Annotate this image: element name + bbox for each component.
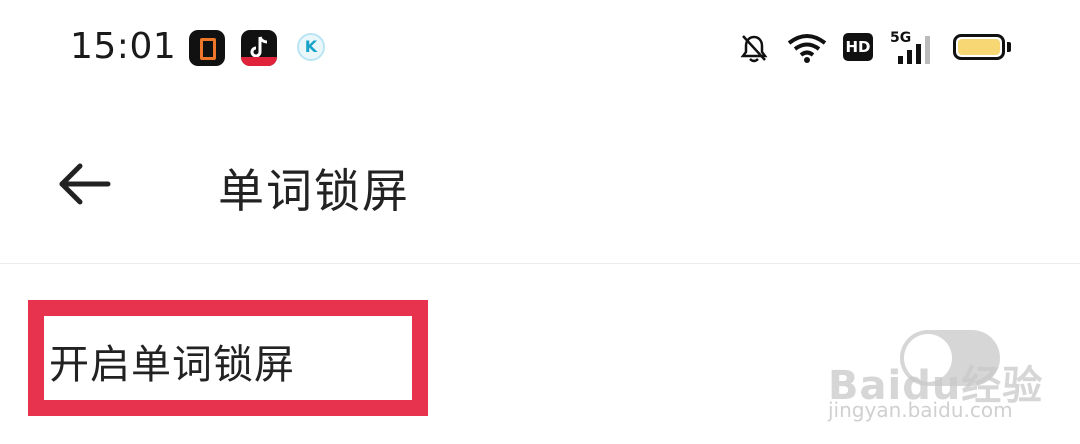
- k-app-icon: K: [297, 33, 325, 61]
- signal-strength-icon: [898, 36, 930, 64]
- douyin-app-icon: [241, 30, 277, 66]
- notification-muted-icon: [740, 35, 768, 63]
- back-button[interactable]: [52, 152, 116, 216]
- baidu-watermark-url: jingyan.baidu.com: [828, 398, 1013, 422]
- status-time: 15:01: [70, 26, 177, 67]
- battery-level-fill: [958, 39, 1000, 55]
- hd-badge-icon: HD: [843, 33, 873, 61]
- battery-icon: [953, 34, 1005, 60]
- app-bar: 单词锁屏: [0, 100, 1080, 263]
- screen: 15:01 K HD 5G 单词锁屏 开启单词锁屏 Baidu经验 jingya…: [0, 0, 1080, 444]
- page-title: 单词锁屏: [218, 164, 410, 218]
- back-arrow-icon: [59, 163, 111, 205]
- wifi-icon: [787, 34, 827, 63]
- status-bar: 15:01 K HD 5G: [0, 0, 1080, 100]
- battery-cap: [1007, 42, 1011, 52]
- enable-lock-screen-label: 开启单词锁屏: [49, 342, 295, 388]
- office-app-icon: [189, 30, 225, 66]
